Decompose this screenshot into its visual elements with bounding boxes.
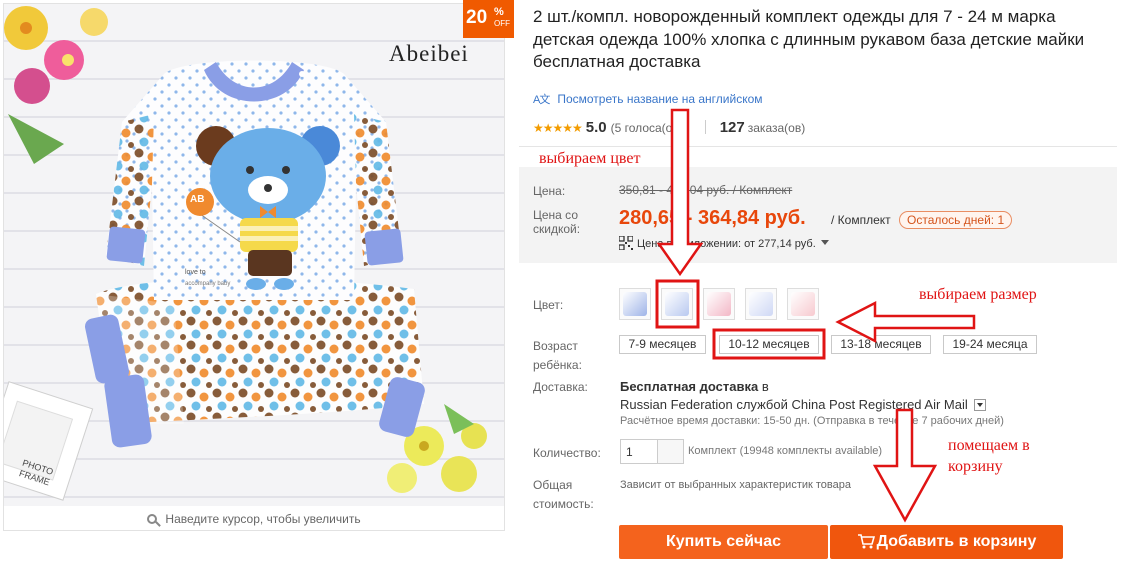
discount-price-label-1: Цена со [533, 208, 578, 222]
product-page: Abeibei AB love to accompany baby PHOTO … [0, 0, 1128, 569]
orders-count: 127 [719, 119, 745, 136]
annotation-to-cart-2: корзину [948, 458, 1003, 475]
size-option-2[interactable]: 10-12 месяцев [719, 335, 819, 354]
translate-row[interactable]: A文 Посмотреть название на английском [533, 91, 763, 107]
annotation-choose-size: выбираем размер [919, 286, 1037, 303]
product-image [4, 4, 504, 506]
shipping-method[interactable]: Russian Federation службой China Post Re… [620, 397, 986, 412]
product-gallery[interactable]: Abeibei AB love to accompany baby PHOTO … [3, 3, 505, 531]
shipping-label: Доставка: [533, 380, 588, 394]
dropdown-icon[interactable] [973, 399, 986, 411]
quantity-input[interactable] [620, 439, 658, 464]
color-swatch-2[interactable] [661, 288, 693, 320]
color-swatch-3[interactable] [703, 288, 735, 320]
rating-stars-icon: ★★★★★ [533, 121, 583, 135]
price-box: Цена: 350,81 - 456,04 руб. / Комплект Це… [519, 167, 1117, 263]
orders-label: заказа(ов) [747, 121, 806, 135]
price-unit: / Комплект [831, 213, 891, 227]
shipping-free: Бесплатная доставка в [620, 379, 769, 394]
discount-badge: 20 % OFF [463, 0, 514, 38]
size-option-4[interactable]: 19-24 месяца [943, 335, 1037, 354]
color-swatch-thumb [749, 292, 773, 316]
total-label-2: стоимость: [533, 497, 594, 511]
discount-value: 20 [466, 7, 488, 28]
translate-icon: A文 [533, 94, 550, 106]
old-price: 350,81 - 456,04 руб. / Комплект [619, 183, 793, 197]
quantity-stepper[interactable] [657, 439, 684, 464]
add-to-cart-label: Добавить в корзину [876, 533, 1037, 550]
discount-percent: % [494, 6, 504, 18]
zoom-hint: Наведите курсор, чтобы увеличить [4, 507, 504, 530]
shipping-time: Расчётное время доставки: 15-50 дн. (Отп… [620, 415, 1004, 427]
buy-now-button[interactable]: Купить сейчас [619, 525, 828, 559]
color-swatch-4[interactable] [745, 288, 777, 320]
app-price-row[interactable]: Цена в приложении: от 277,14 руб. [619, 236, 829, 250]
size-option-1[interactable]: 7-9 месяцев [619, 335, 706, 354]
quantity-available: Комплект (19948 комплекты available) [688, 445, 883, 457]
color-swatch-thumb [665, 292, 689, 316]
translate-link[interactable]: Посмотреть название на английском [557, 92, 762, 106]
color-swatch-1[interactable] [619, 288, 651, 320]
annotation-choose-color: выбираем цвет [539, 150, 641, 167]
cart-icon [857, 534, 875, 549]
color-swatch-thumb [791, 292, 815, 316]
zoom-hint-text: Наведите курсор, чтобы увеличить [165, 512, 361, 526]
votes-link[interactable]: (5 голоса(ов)) [611, 121, 687, 135]
annotation-to-cart-1: помещаем в [948, 437, 1030, 454]
divider [704, 120, 706, 134]
divider-line [519, 146, 1117, 147]
add-to-cart-button[interactable]: Добавить в корзину [830, 525, 1063, 559]
qr-code-icon [619, 236, 633, 250]
color-label: Цвет: [533, 298, 564, 312]
shirt-tag-text: love to [185, 269, 206, 276]
discount-off: OFF [494, 19, 510, 28]
discount-price-label-2: скидкой: [533, 222, 581, 236]
color-swatch-5[interactable] [787, 288, 819, 320]
size-option-3[interactable]: 13-18 месяцев [831, 335, 931, 354]
age-label-2: ребёнка: [533, 358, 582, 372]
price-label: Цена: [533, 184, 566, 198]
total-label-1: Общая [533, 478, 573, 492]
magnifier-icon [147, 514, 158, 524]
shipping-free-text: Бесплатная доставка [620, 379, 759, 394]
rating-row: ★★★★★ 5.0 (5 голоса(ов)) 127 заказа(ов) [533, 119, 805, 137]
shipping-method-text: Russian Federation службой China Post Re… [620, 397, 968, 412]
days-left-badge: Осталось дней: 1 [899, 211, 1013, 229]
brand-watermark: Abeibei [389, 41, 469, 66]
product-photo[interactable]: Abeibei AB love to accompany baby PHOTO … [4, 4, 504, 506]
chevron-down-icon [820, 240, 829, 245]
shirt-tag-text-2: accompany baby [185, 281, 231, 287]
app-price-text: Цена в приложении: от 277,14 руб. [637, 238, 816, 250]
shipping-to: в [761, 379, 769, 394]
age-label-1: Возраст [533, 339, 578, 353]
rating-value: 5.0 [585, 119, 607, 136]
shirt-balloon-label: AB [190, 194, 205, 205]
product-title: 2 шт./компл. новорожденный комплект одеж… [533, 7, 1085, 71]
color-swatch-thumb [707, 292, 731, 316]
color-swatch-thumb [623, 292, 647, 316]
quantity-label: Количество: [533, 446, 601, 460]
total-value: Зависит от выбранных характеристик товар… [620, 479, 851, 491]
discount-price: 280,65 - 364,84 руб. [619, 207, 806, 229]
